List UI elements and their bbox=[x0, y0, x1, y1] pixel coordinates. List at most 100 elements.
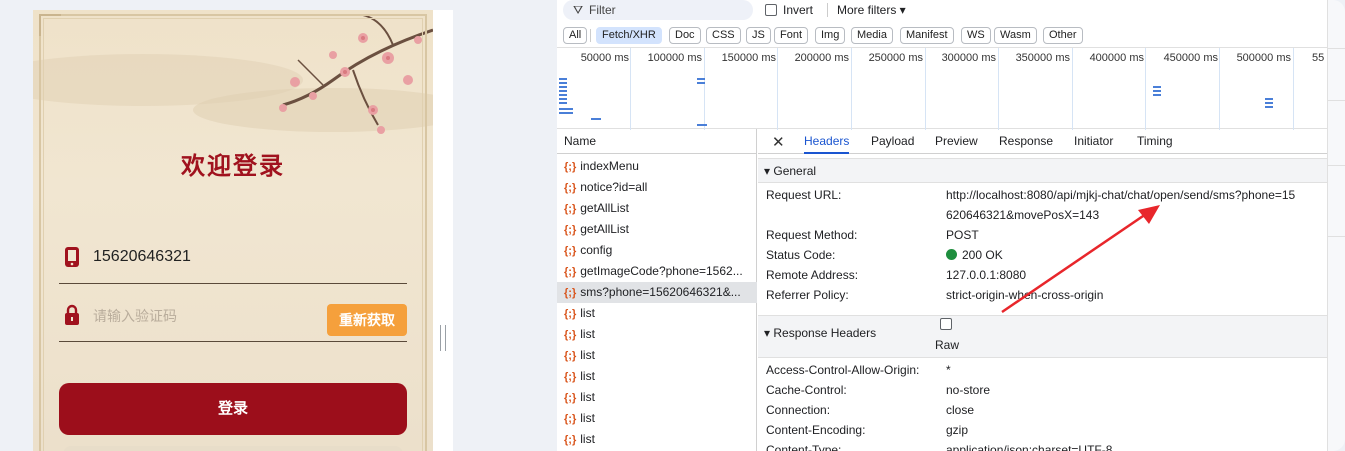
timeline-bar bbox=[559, 90, 567, 92]
request-row[interactable]: {;} list bbox=[557, 408, 757, 429]
timeline-tick-label: 350000 ms bbox=[1015, 52, 1070, 64]
type-all[interactable]: All bbox=[563, 27, 588, 44]
type-img[interactable]: Img bbox=[815, 27, 846, 44]
timeline-tick-label: 200000 ms bbox=[794, 52, 849, 64]
request-row[interactable]: {;} notice?id=all bbox=[557, 177, 757, 198]
status-text: 200 OK bbox=[962, 248, 1003, 262]
type-js[interactable]: JS bbox=[746, 27, 771, 44]
raw-checkbox[interactable] bbox=[940, 318, 952, 330]
response-header-key: Content-Encoding: bbox=[766, 423, 866, 437]
request-name: getAllList bbox=[580, 222, 629, 236]
timeline-gridline bbox=[630, 48, 631, 130]
invert-checkbox[interactable] bbox=[765, 4, 777, 16]
xhr-icon: {;} bbox=[564, 308, 577, 320]
request-name: list bbox=[580, 306, 595, 320]
status-value: 200 OK bbox=[946, 248, 1003, 262]
rail-divider bbox=[1328, 100, 1345, 101]
code-input[interactable]: 请输入验证码 bbox=[93, 306, 177, 326]
timeline-bar bbox=[559, 94, 567, 96]
xhr-icon: {;} bbox=[564, 203, 577, 215]
request-row[interactable]: {;} list bbox=[557, 345, 757, 366]
tab-preview[interactable]: Preview bbox=[935, 129, 978, 154]
request-list: Name {;} indexMenu {;} notice?id=all {;} getA… bbox=[557, 129, 757, 451]
code-field[interactable]: 请输入验证码 重新获取 bbox=[59, 290, 407, 342]
timeline-gridline bbox=[777, 48, 778, 130]
type-manifest[interactable]: Manifest bbox=[900, 27, 954, 44]
xhr-icon: {;} bbox=[564, 392, 577, 404]
request-row[interactable]: {;} list bbox=[557, 429, 757, 450]
tab-payload[interactable]: Payload bbox=[871, 129, 914, 154]
xhr-icon: {;} bbox=[564, 245, 577, 257]
timeline-bar bbox=[559, 82, 567, 84]
referrer-policy-key: Referrer Policy: bbox=[766, 288, 849, 302]
type-wasm[interactable]: Wasm bbox=[994, 27, 1037, 44]
more-filters-dropdown[interactable]: More filters ▾ bbox=[837, 3, 906, 17]
type-css[interactable]: CSS bbox=[706, 27, 741, 44]
phone-field[interactable]: 15620646321 bbox=[59, 232, 407, 284]
type-doc[interactable]: Doc bbox=[669, 27, 701, 44]
response-header-value: application/json;charset=UTF-8 bbox=[946, 443, 1113, 451]
response-header-value: * bbox=[946, 363, 951, 377]
tab-initiator[interactable]: Initiator bbox=[1074, 129, 1113, 154]
secondary-button[interactable] bbox=[63, 446, 403, 451]
request-row[interactable]: {;} list bbox=[557, 303, 757, 324]
login-screen: 欢迎登录 15620646321 请输入验证码 重新获取 登录 bbox=[33, 10, 433, 451]
method-key: Request Method: bbox=[766, 228, 858, 242]
side-scroll-rail[interactable] bbox=[1327, 0, 1345, 451]
response-header-key: Content-Type: bbox=[766, 443, 842, 451]
timeline-tick-label: 55 bbox=[1312, 52, 1325, 64]
detail-tabs: ✕ Headers Payload Preview Response Initi… bbox=[758, 129, 1327, 154]
xhr-icon: {;} bbox=[564, 350, 577, 362]
timeline-gridline bbox=[1293, 48, 1294, 130]
timeline-tick-label: 500000 ms bbox=[1236, 52, 1291, 64]
request-name: list bbox=[580, 411, 595, 425]
xhr-icon: {;} bbox=[564, 434, 577, 446]
filter-input[interactable]: ⛛ Filter bbox=[563, 0, 753, 20]
close-icon[interactable]: ✕ bbox=[772, 133, 785, 151]
type-media[interactable]: Media bbox=[851, 27, 893, 44]
resend-code-button[interactable]: 重新获取 bbox=[327, 304, 407, 336]
name-column-header[interactable]: Name bbox=[557, 129, 757, 154]
request-row[interactable]: {;} list bbox=[557, 366, 757, 387]
viewport-edge bbox=[433, 10, 453, 451]
general-section-header[interactable]: ▾ General bbox=[758, 158, 1327, 183]
timeline-bar bbox=[559, 102, 567, 104]
divider bbox=[590, 29, 591, 42]
request-row[interactable]: {;} getImageCode?phone=1562... bbox=[557, 261, 757, 282]
status-dot-icon bbox=[946, 249, 957, 260]
request-row[interactable]: {;} list bbox=[557, 387, 757, 408]
login-button[interactable]: 登录 bbox=[59, 383, 407, 435]
tab-headers[interactable]: Headers bbox=[804, 129, 850, 154]
timeline-bar bbox=[591, 118, 601, 120]
resize-handle[interactable] bbox=[440, 325, 446, 351]
response-headers-section-header[interactable]: ▾ Response Headers bbox=[758, 315, 1327, 358]
lock-icon bbox=[65, 304, 79, 325]
request-row[interactable]: {;} getAllList bbox=[557, 219, 757, 240]
timeline-gridline bbox=[1072, 48, 1073, 130]
response-header-key: Connection: bbox=[766, 403, 831, 417]
request-row[interactable]: {;} config bbox=[557, 240, 757, 261]
timeline-gridline bbox=[704, 48, 705, 130]
response-header-key: Cache-Control: bbox=[766, 383, 847, 397]
tab-response[interactable]: Response bbox=[999, 129, 1053, 154]
type-other[interactable]: Other bbox=[1043, 27, 1083, 44]
request-row[interactable]: {;} indexMenu bbox=[557, 156, 757, 177]
type-fetch-xhr[interactable]: Fetch/XHR bbox=[596, 27, 662, 44]
funnel-icon: ⛛ bbox=[573, 3, 584, 17]
phone-value[interactable]: 15620646321 bbox=[93, 248, 191, 266]
rail-divider bbox=[1328, 236, 1345, 237]
timeline-bar bbox=[559, 78, 567, 80]
timeline-tick-label: 250000 ms bbox=[868, 52, 923, 64]
timeline-bar bbox=[1153, 94, 1161, 96]
type-font[interactable]: Font bbox=[774, 27, 809, 44]
type-ws[interactable]: WS bbox=[961, 27, 991, 44]
remote-address-key: Remote Address: bbox=[766, 268, 859, 282]
request-url-key: Request URL: bbox=[766, 188, 842, 202]
request-row[interactable]: {;} sms?phone=15620646321&... bbox=[557, 282, 757, 303]
tab-timing[interactable]: Timing bbox=[1137, 129, 1173, 154]
network-timeline[interactable]: 50000 ms 100000 ms 150000 ms 200000 ms 2… bbox=[557, 47, 1327, 130]
request-row[interactable]: {;} list bbox=[557, 324, 757, 345]
request-row[interactable]: {;} getAllList bbox=[557, 198, 757, 219]
timeline-gridline bbox=[998, 48, 999, 130]
request-detail-pane: ✕ Headers Payload Preview Response Initi… bbox=[758, 129, 1327, 451]
